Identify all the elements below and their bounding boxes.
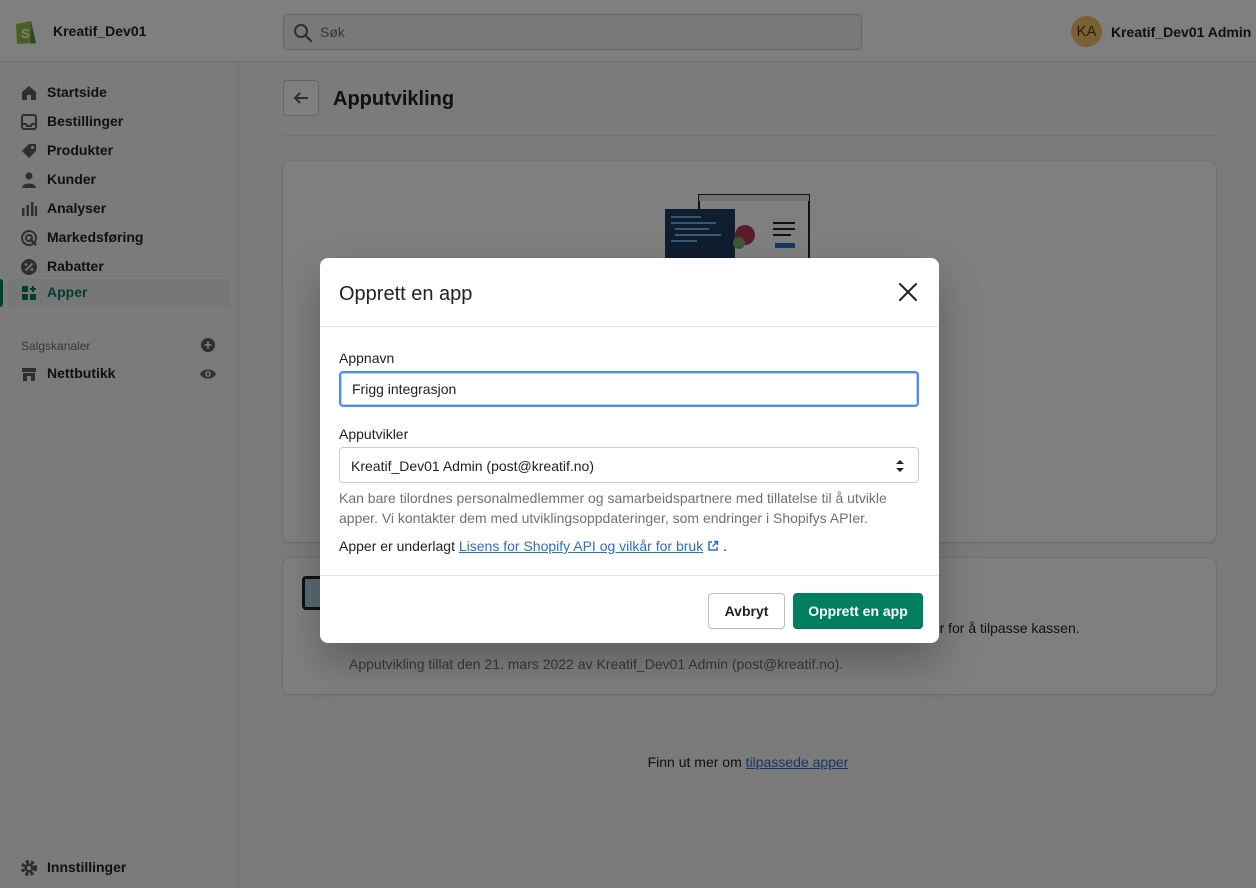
app-name-input[interactable]	[341, 373, 917, 405]
external-link-icon	[708, 540, 719, 551]
terms-text: Apper er underlagt Lisens for Shopify AP…	[339, 538, 727, 554]
developer-help-text: Kan bare tilordnes personalmedlemmer og …	[339, 490, 887, 526]
developer-select-value: Kreatif_Dev01 Admin (post@kreatif.no)	[351, 458, 594, 474]
close-icon[interactable]	[896, 280, 920, 304]
terms-prefix: Apper er underlagt	[339, 538, 459, 554]
modal-title: Opprett en app	[339, 283, 473, 305]
create-app-button[interactable]: Opprett en app	[793, 593, 923, 629]
create-app-modal: Opprett en app Appnavn Apputvikler Kreat…	[320, 258, 939, 643]
developer-label: Apputvikler	[339, 426, 409, 442]
terms-suffix: .	[723, 538, 727, 554]
modal-header: Opprett en app	[320, 258, 939, 327]
select-arrows-icon	[896, 460, 904, 472]
app-name-field-wrapper	[339, 371, 919, 407]
developer-select[interactable]: Kreatif_Dev01 Admin (post@kreatif.no)	[339, 447, 919, 483]
modal-footer: Avbryt Opprett en app	[320, 575, 939, 643]
api-license-link-text: Lisens for Shopify API og vilkår for bru…	[458, 538, 704, 554]
app-name-label: Appnavn	[339, 350, 395, 366]
cancel-button[interactable]: Avbryt	[708, 593, 785, 629]
api-license-link[interactable]: Lisens for Shopify API og vilkår for bru…	[459, 538, 719, 554]
